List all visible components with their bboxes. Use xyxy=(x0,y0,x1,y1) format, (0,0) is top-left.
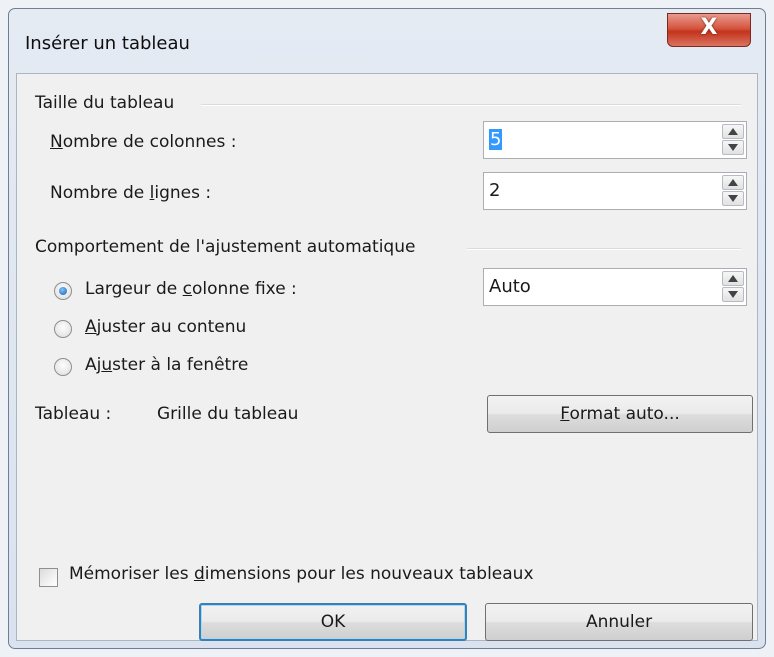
dialog-window: Insérer un tableau X Taille du tableau N… xyxy=(8,8,766,649)
width-up-arrow-icon[interactable] xyxy=(722,271,744,286)
fit-contents-radio[interactable] xyxy=(54,320,72,338)
autofit-group-label: Comportement de l'ajustement automatique xyxy=(35,237,416,257)
table-style-value: Grille du tableau xyxy=(157,404,299,424)
width-down-arrow-icon[interactable] xyxy=(722,287,744,302)
close-button[interactable]: X xyxy=(667,13,751,47)
close-icon: X xyxy=(700,15,718,40)
dialog-title: Insérer un tableau xyxy=(25,33,190,54)
cancel-button[interactable]: Annuler xyxy=(485,603,753,641)
radio-selected-dot-icon xyxy=(59,287,67,295)
autoformat-button[interactable]: Format auto... xyxy=(487,395,753,433)
columns-label: Nombre de colonnes : xyxy=(50,132,237,152)
fixed-width-label[interactable]: Largeur de colonne fixe : xyxy=(85,279,297,299)
columns-down-arrow-icon[interactable] xyxy=(722,140,744,155)
dialog-body: Taille du tableau Nombre de colonnes : 5… xyxy=(16,73,758,641)
column-width-value: Auto xyxy=(489,276,531,297)
table-style-label: Tableau : xyxy=(35,404,112,424)
title-bar[interactable]: Insérer un tableau X xyxy=(9,9,765,73)
fixed-width-radio[interactable] xyxy=(54,282,72,300)
ok-button[interactable]: OK xyxy=(199,603,467,641)
size-group-label: Taille du tableau xyxy=(35,93,175,113)
fit-contents-label[interactable]: Ajuster au contenu xyxy=(85,317,246,337)
columns-up-arrow-icon[interactable] xyxy=(722,124,744,139)
rows-spin-input[interactable]: 2 xyxy=(483,172,747,210)
rows-value: 2 xyxy=(489,180,501,201)
autofit-group-divider xyxy=(467,248,741,250)
columns-spin-input[interactable]: 5 xyxy=(483,121,747,159)
columns-value: 5 xyxy=(489,129,503,150)
rows-down-arrow-icon[interactable] xyxy=(722,191,744,206)
fit-window-label[interactable]: Ajuster à la fenêtre xyxy=(85,355,248,375)
remember-dimensions-label[interactable]: Mémoriser les dimensions pour les nouvea… xyxy=(69,564,534,584)
rows-label: Nombre de lignes : xyxy=(50,183,212,203)
rows-up-arrow-icon[interactable] xyxy=(722,175,744,190)
fit-window-radio[interactable] xyxy=(54,358,72,376)
remember-dimensions-checkbox[interactable] xyxy=(39,568,58,587)
column-width-spin-input[interactable]: Auto xyxy=(483,268,747,306)
size-group-divider xyxy=(201,104,741,106)
